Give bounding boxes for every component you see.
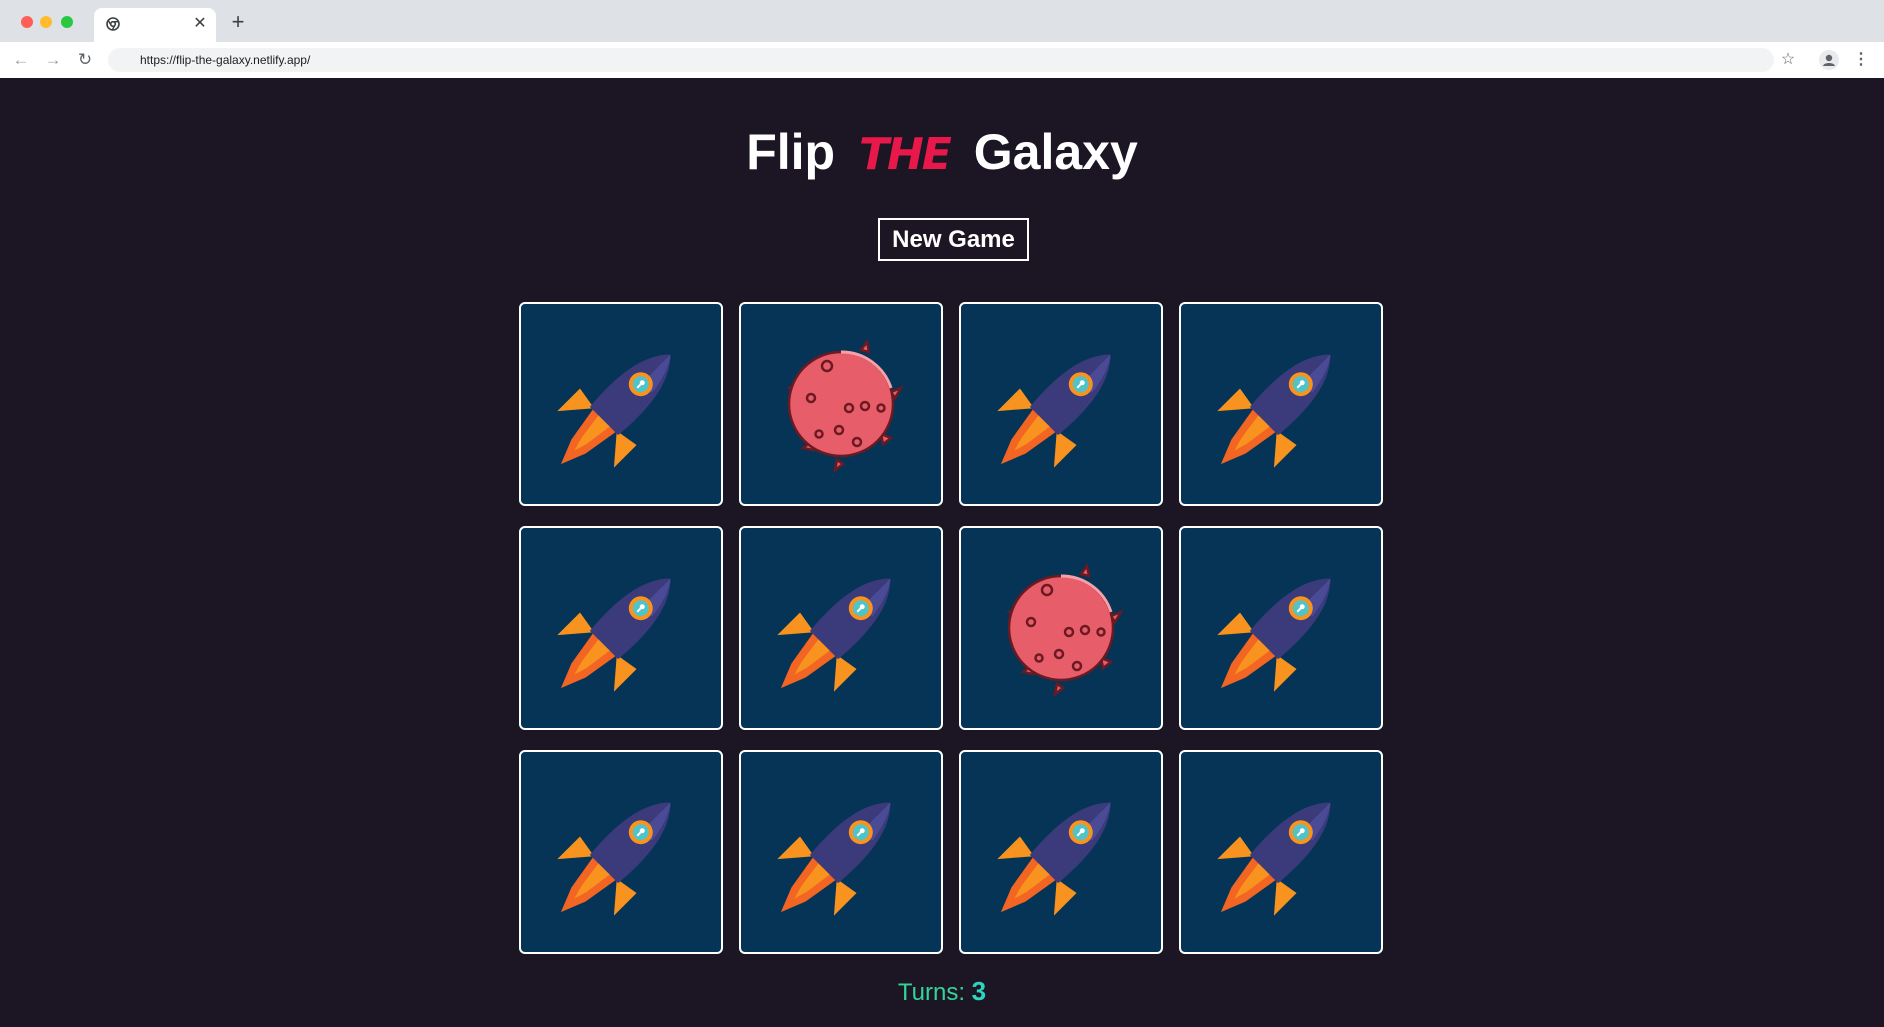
rocket-icon [557, 578, 671, 692]
page-title: Flip THE Galaxy [0, 123, 1884, 181]
browser-toolbar: ← → ↻ https://flip-the-galaxy.netlify.ap… [0, 42, 1884, 78]
title-galaxy: Galaxy [973, 124, 1138, 180]
title-flip: Flip [746, 124, 836, 180]
meteor-icon [1006, 563, 1124, 697]
turns-label: Turns: [897, 979, 965, 1006]
new-tab-button[interactable]: + [228, 11, 248, 33]
browser-menu-icon[interactable]: ⋮ [1853, 50, 1869, 70]
rocket-icon [777, 802, 891, 916]
chrome-favicon-icon [106, 17, 120, 31]
rocket-icon [1217, 354, 1331, 468]
back-arrow-icon[interactable]: ← [11, 50, 31, 70]
memory-card[interactable] [739, 302, 943, 506]
close-tab-icon[interactable]: ✕ [191, 15, 209, 33]
address-bar[interactable]: https://flip-the-galaxy.netlify.app/ [108, 48, 1774, 72]
meteor-icon [786, 339, 904, 473]
close-window-button[interactable] [21, 16, 33, 28]
game-page: Flip THE Galaxy New Game Turns: 3 [0, 78, 1884, 1027]
memory-card[interactable] [959, 302, 1163, 506]
card-grid [519, 302, 1383, 954]
memory-card[interactable] [739, 526, 943, 730]
memory-card[interactable] [959, 750, 1163, 954]
memory-card[interactable] [1179, 302, 1383, 506]
browser-tab[interactable]: ✕ [94, 8, 216, 42]
maximize-window-button[interactable] [61, 16, 73, 28]
memory-card[interactable] [1179, 526, 1383, 730]
memory-card[interactable] [519, 750, 723, 954]
reload-icon[interactable]: ↻ [75, 50, 95, 70]
rocket-icon [1217, 578, 1331, 692]
memory-card[interactable] [519, 302, 723, 506]
forward-arrow-icon[interactable]: → [43, 50, 63, 70]
memory-card[interactable] [1179, 750, 1383, 954]
memory-card[interactable] [959, 526, 1163, 730]
rocket-icon [1217, 802, 1331, 916]
browser-chrome: ✕ + ← → ↻ https://flip-the-galaxy.netlif… [0, 0, 1884, 78]
rocket-icon [557, 354, 671, 468]
memory-card[interactable] [739, 750, 943, 954]
minimize-window-button[interactable] [40, 16, 52, 28]
tab-strip: ✕ + [0, 0, 1884, 42]
rocket-icon [997, 354, 1111, 468]
memory-card[interactable] [519, 526, 723, 730]
rocket-icon [777, 578, 891, 692]
profile-avatar-icon[interactable] [1819, 50, 1839, 70]
url-text: https://flip-the-galaxy.netlify.app/ [140, 53, 311, 67]
bookmark-star-icon[interactable]: ☆ [1778, 50, 1798, 70]
rocket-icon [997, 802, 1111, 916]
rocket-icon [557, 802, 671, 916]
turns-value: 3 [971, 976, 987, 1006]
turns-counter: Turns: 3 [0, 976, 1884, 1007]
title-the: THE [858, 129, 952, 180]
new-game-button[interactable]: New Game [878, 218, 1029, 261]
